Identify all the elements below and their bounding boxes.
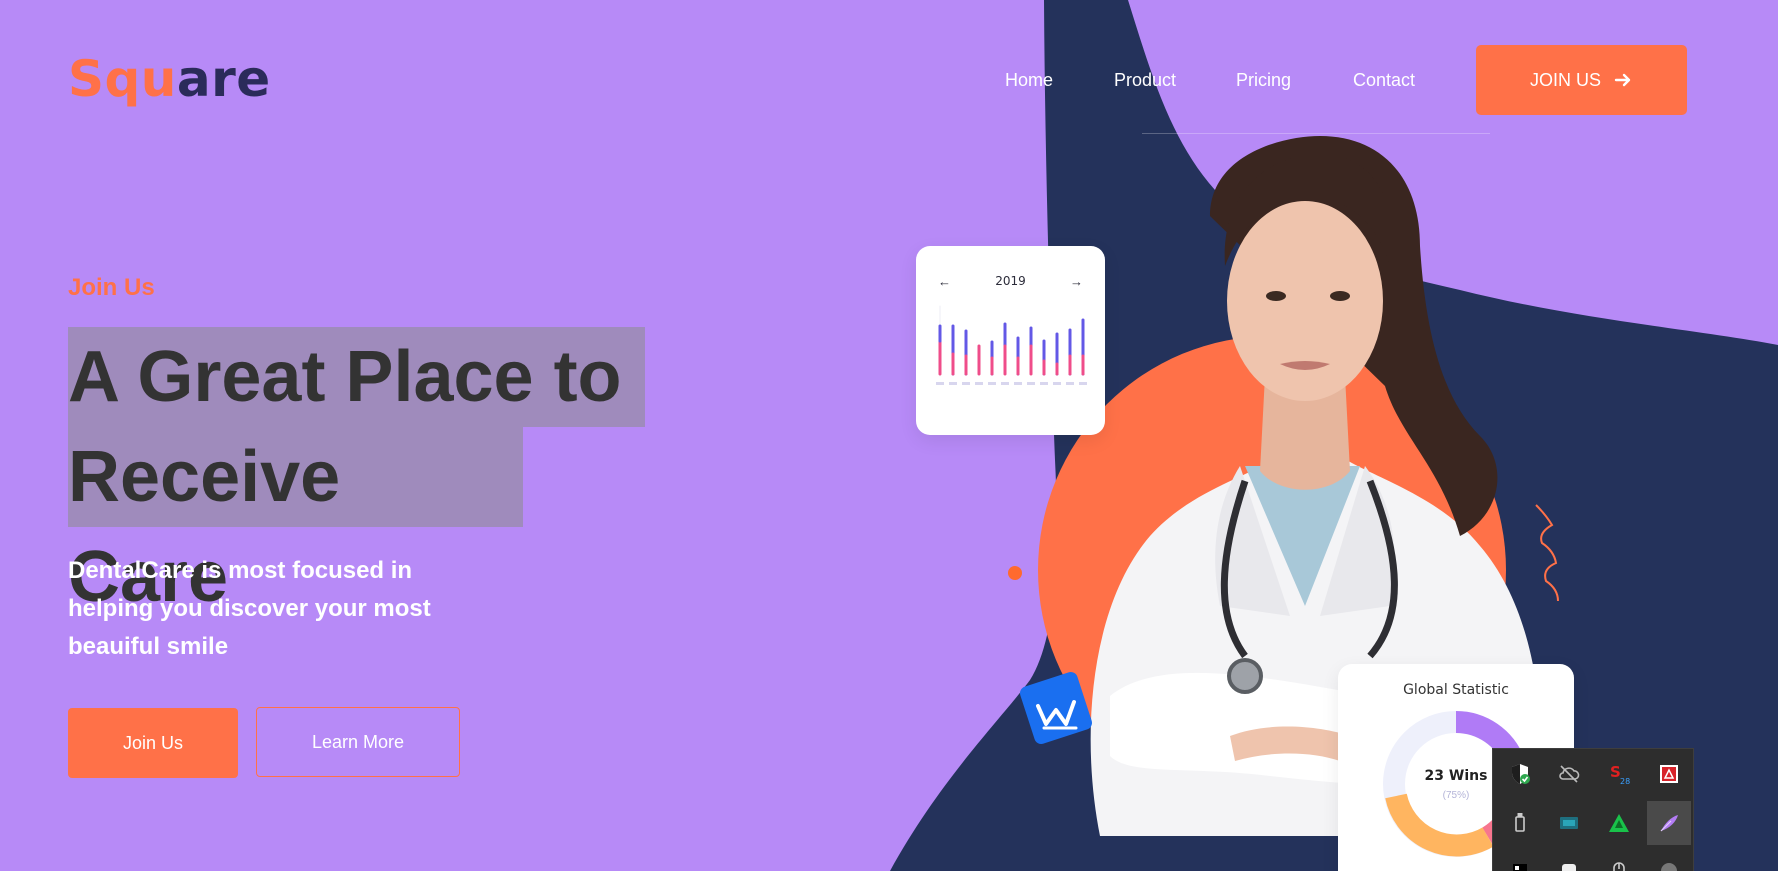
hero-headline-line-2: Receive Care [68,427,523,617]
cloud-off-icon[interactable] [1547,752,1591,796]
learn-more-button[interactable]: Learn More [256,707,460,777]
shield-check-icon[interactable] [1498,752,1542,796]
hero-eyebrow: Join Us [68,274,155,301]
monitor-app-icon[interactable] [1547,801,1591,845]
mini-bar-chart [936,305,1087,385]
svg-text:28: 28 [1620,777,1630,786]
join-us-button[interactable]: Join Us [68,708,238,778]
pdf-app-icon[interactable] [1647,752,1691,796]
join-us-header-button[interactable]: JOIN US [1476,45,1687,115]
nav-home[interactable]: Home [1005,70,1053,91]
analytics-badge-icon [1020,672,1092,744]
orange-dot [1008,566,1022,580]
nav-pricing[interactable]: Pricing [1236,70,1291,91]
green-triangle-app-icon[interactable] [1597,801,1641,845]
black-app-icon[interactable] [1498,849,1542,871]
system-tray-overflow: S 28 [1492,748,1694,871]
usb-drive-icon[interactable] [1498,801,1542,845]
purple-feather-icon[interactable] [1647,801,1691,845]
nav-divider [1142,133,1490,134]
hero-headline-line-1-text: A Great Place to [68,337,622,417]
hero-subcopy: DentalCare is most focused in helping yo… [68,557,431,660]
white-app-icon[interactable] [1547,849,1591,871]
mouse-icon[interactable] [1597,849,1641,871]
grey-app-icon[interactable] [1647,849,1691,871]
join-us-header-label: JOIN US [1529,69,1601,90]
arrow-right-icon [1614,73,1631,87]
nav-contact[interactable]: Contact [1353,70,1415,91]
bar-chart-card: ← 2019 → [916,246,1105,435]
nav-product[interactable]: Product [1114,70,1176,91]
logo-part-1: Squ [68,50,177,108]
hero-headline-line-1: A Great Place to [68,327,645,427]
s-app-icon[interactable]: S 28 [1597,752,1641,796]
logo-part-2: are [176,50,271,108]
logo[interactable]: Square [68,50,271,108]
